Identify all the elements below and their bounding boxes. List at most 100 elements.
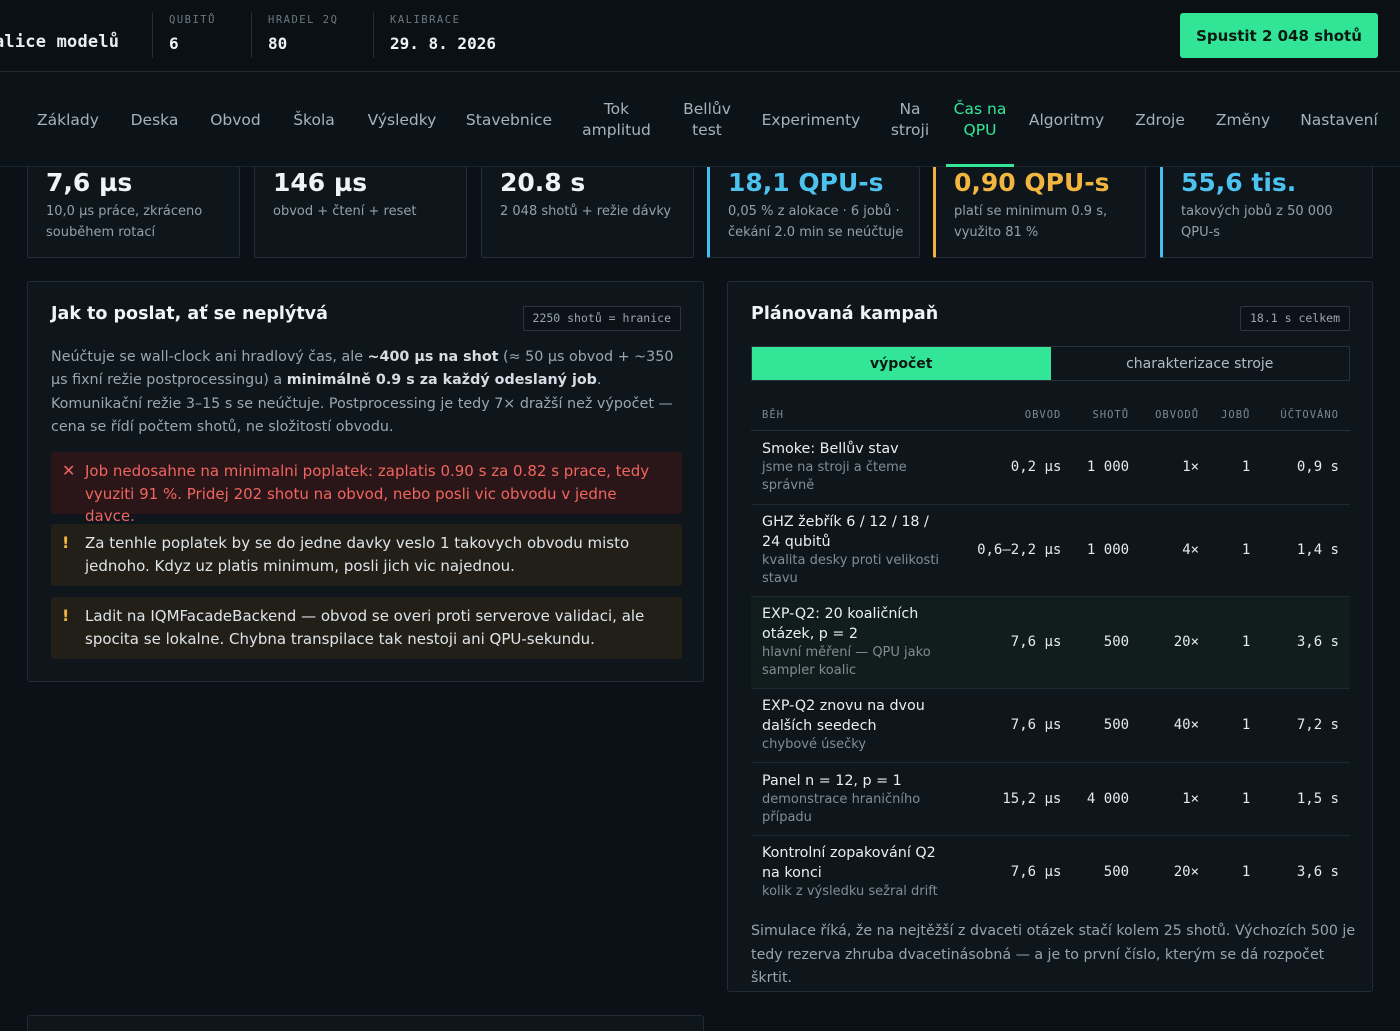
run-cell: Smoke: Bellův stav jsme na stroji a čteme… — [751, 430, 951, 505]
segment-characterization[interactable]: charakterizace stroje — [1051, 347, 1350, 380]
run-shots-button[interactable]: Spustit 2 048 shotů — [1180, 13, 1378, 58]
table-row: EXP-Q2 znovu na dvou dalších seedech chyb… — [751, 688, 1350, 763]
tab-nastaveni[interactable]: Nastavení — [1294, 73, 1384, 167]
table-row: Panel n = 12, p = 1 demonstrace hraničníh… — [751, 762, 1350, 836]
run-desc: kolik z výsledku sežral drift — [762, 884, 938, 900]
tab-stavebnice[interactable]: Stavebnice — [460, 73, 558, 167]
run-cell: EXP-Q2 znovu na dvou dalších seedech chyb… — [751, 688, 951, 763]
tab-algoritmy[interactable]: Algoritmy — [1024, 73, 1109, 167]
circuit-cell: 0,6–2,2 µs — [951, 504, 1073, 597]
jobs-cell: 1 — [1210, 762, 1262, 836]
col-jobs: JOBŮ — [1210, 400, 1262, 431]
stat-calibration: KALIBRACE 29. 8. 2026 — [373, 12, 496, 58]
tab-obvod[interactable]: Obvod — [201, 73, 270, 167]
metric-value: 55,6 tis. — [1181, 168, 1297, 197]
close-x-icon: ✕ — [62, 461, 76, 480]
tab-vysledky[interactable]: Výsledky — [358, 73, 446, 167]
tab-zmeny[interactable]: Změny — [1208, 73, 1278, 167]
segment-compute[interactable]: výpočet — [752, 347, 1051, 380]
stat-value: 80 — [268, 34, 288, 53]
jobs-cell: 1 — [1210, 430, 1262, 505]
metric-value: 0,90 QPU-s — [954, 168, 1110, 197]
campaign-total-badge: 18.1 s celkem — [1239, 306, 1350, 331]
circuits-cell: 1× — [1140, 762, 1211, 836]
shots-cell: 1 000 — [1072, 430, 1141, 505]
panel-title: Plánovaná kampaň — [751, 304, 939, 324]
circuits-cell: 20× — [1140, 596, 1211, 689]
circuit-cell: 7,6 µs — [951, 688, 1073, 763]
run-name: Panel n = 12, p = 1 — [762, 772, 902, 789]
run-cell: Kontrolní zopakování Q2 na konci kolik z … — [751, 835, 951, 909]
top-bar: alice modelů QUBITŮ 6 HRADEL 2Q 80 KALIB… — [0, 0, 1400, 72]
stat-label: KALIBRACE — [390, 14, 461, 26]
metric-value: 20.8 s — [500, 168, 586, 197]
run-desc: hlavní měření — QPU jako sampler koalic — [762, 645, 931, 678]
run-name: EXP-Q2: 20 koaličních otázek, p = 2 — [762, 606, 919, 642]
run-desc: jsme na stroji a čteme správně — [762, 460, 907, 493]
circuits-cell: 40× — [1140, 688, 1211, 763]
col-billed: ÚČTOVÁNO — [1261, 400, 1350, 431]
shots-cell: 4 000 — [1072, 762, 1141, 836]
stat-qubits: QUBITŮ 6 — [152, 12, 216, 58]
jobs-cell: 1 — [1210, 688, 1262, 763]
tab-tok-amplitud[interactable]: Tok amplitud — [574, 73, 659, 167]
billing-explanation: Neúčtuje se wall-clock ani hradlový čas,… — [51, 349, 674, 435]
campaign-segment-control: výpočet charakterizace stroje — [751, 346, 1350, 381]
alert-text: Ladit na IQMFacadeBackend — obvod se ove… — [85, 607, 645, 648]
stat-label: QUBITŮ — [169, 14, 216, 26]
circuit-cell: 7,6 µs — [1010, 864, 1062, 881]
metric-caption: 10,0 µs práce, zkráceno souběhem rotací — [46, 204, 203, 240]
metric-caption: takových jobů z 50 000 QPU-s — [1181, 204, 1333, 240]
col-circuits: OBVODŮ — [1140, 400, 1211, 431]
metric-value: 18,1 QPU-s — [728, 168, 884, 197]
warning-alert: ! Za tenhle poplatek by se do jedne davk… — [51, 524, 682, 586]
billed-cell: 1,4 s — [1261, 504, 1350, 597]
alert-text: Za tenhle poplatek by se do jedne davky … — [85, 534, 630, 575]
exclamation-icon: ! — [62, 606, 70, 625]
circuit-cell: 15,2 µs — [951, 762, 1073, 836]
tab-na-stroji[interactable]: Na stroji — [882, 73, 938, 167]
tab-zaklady[interactable]: Základy — [28, 73, 108, 167]
circuits-cell: 20× — [1173, 864, 1200, 881]
table-row-highlighted: EXP-Q2: 20 koaličních otázek, p = 2 hlavn… — [751, 596, 1350, 689]
table-header-row: BĚH OBVOD SHOTŮ OBVODŮ JOBŮ ÚČTOVÁNO — [751, 400, 1350, 431]
tab-belluv-test[interactable]: Bellův test — [676, 73, 738, 167]
stat-value: 6 — [169, 34, 179, 53]
app-title: alice modelů — [0, 32, 120, 52]
tab-zdroje[interactable]: Zdroje — [1128, 73, 1192, 167]
metric-value: 146 µs — [273, 168, 368, 197]
metric-caption: platí se minimum 0.9 s, využito 81 % — [954, 204, 1108, 240]
error-alert: ✕ Job nedosahne na minimalni poplatek: z… — [51, 452, 682, 525]
metric-value: 7,6 µs — [46, 168, 133, 197]
run-desc: chybové úsečky — [762, 737, 867, 752]
tab-deska[interactable]: Deska — [122, 73, 187, 167]
circuit-cell: 0,2 µs — [951, 430, 1073, 505]
shots-cell: 500 — [1072, 596, 1141, 689]
stat-gates-2q: HRADEL 2Q 80 — [251, 12, 338, 58]
shot-threshold-badge: 2250 shotů = hranice — [522, 306, 681, 331]
run-cell: EXP-Q2: 20 koaličních otázek, p = 2 hlavn… — [751, 596, 951, 689]
run-desc: kvalita desky proti velikosti stavu — [762, 553, 940, 586]
circuit-cell: 7,6 µs — [951, 596, 1073, 689]
shots-cell: 500 — [1103, 864, 1130, 881]
campaign-table: BĚH OBVOD SHOTŮ OBVODŮ JOBŮ ÚČTOVÁNO Smo… — [751, 400, 1350, 909]
metric-caption: obvod + čtení + reset — [273, 204, 417, 219]
stat-label: HRADEL 2Q — [268, 14, 339, 26]
sending-advice-panel: Jak to poslat, ať se neplýtvá 2250 shotů… — [27, 281, 704, 682]
shots-cell: 500 — [1072, 688, 1141, 763]
run-cell: GHZ žebřík 6 / 12 / 18 / 24 qubitů kvalit… — [751, 504, 951, 597]
circuits-cell: 1× — [1140, 430, 1211, 505]
next-panel — [27, 1015, 704, 1031]
run-name: Kontrolní zopakování Q2 na konci — [762, 845, 936, 882]
run-desc: demonstrace hraničního případu — [762, 791, 921, 825]
warning-alert: ! Ladit na IQMFacadeBackend — obvod se o… — [51, 597, 682, 659]
jobs-cell: 1 — [1241, 864, 1251, 881]
tab-experimenty[interactable]: Experimenty — [756, 73, 866, 167]
billed-cell: 1,5 s — [1261, 762, 1350, 836]
tab-skola[interactable]: Škola — [284, 73, 344, 167]
panel-title: Jak to poslat, ať se neplýtvá — [51, 304, 328, 324]
run-cell: Panel n = 12, p = 1 demonstrace hraničníh… — [751, 762, 951, 836]
run-name: EXP-Q2 znovu na dvou dalších seedech — [762, 698, 925, 734]
billed-cell: 0,9 s — [1261, 430, 1350, 505]
tab-cas-na-qpu[interactable]: Čas na QPU — [946, 73, 1014, 167]
